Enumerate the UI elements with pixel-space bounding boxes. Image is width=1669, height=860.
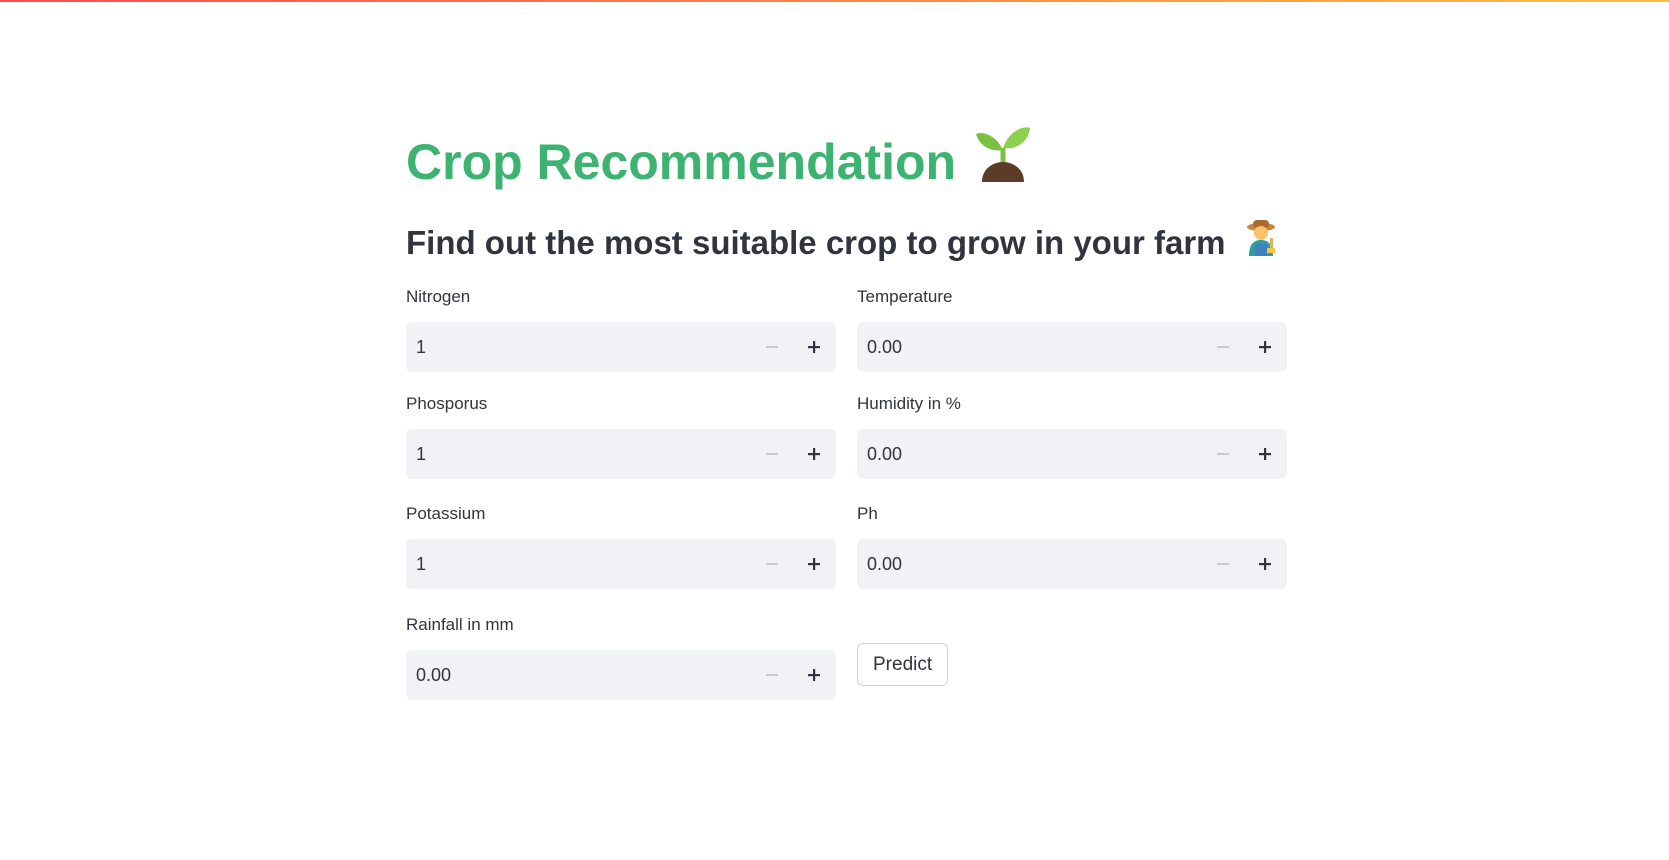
humidity-input[interactable]: 0.00 (857, 429, 1287, 479)
minus-icon (766, 346, 778, 348)
potassium-increment-button[interactable] (794, 539, 834, 589)
humidity-value[interactable]: 0.00 (867, 429, 902, 479)
phosporus-field: Phosporus 1 (406, 393, 836, 479)
plus-icon (808, 341, 820, 353)
predict-button[interactable]: Predict (857, 643, 949, 686)
potassium-input[interactable]: 1 (406, 539, 836, 589)
plus-icon (1259, 448, 1271, 460)
minus-icon (766, 453, 778, 455)
minus-icon (1217, 563, 1229, 565)
rainfall-value[interactable]: 0.00 (416, 650, 451, 700)
potassium-value[interactable]: 1 (416, 539, 426, 589)
plus-icon (808, 669, 820, 681)
temperature-input[interactable]: 0.00 (857, 322, 1287, 372)
ph-label: Ph (857, 504, 878, 523)
nitrogen-increment-button[interactable] (794, 322, 834, 372)
ph-decrement-button[interactable] (1203, 539, 1243, 589)
rainfall-input[interactable]: 0.00 (406, 650, 836, 700)
plus-icon (1259, 341, 1271, 353)
top-decoration-bar (0, 0, 1669, 2)
nitrogen-input[interactable]: 1 (406, 322, 836, 372)
nitrogen-decrement-button[interactable] (752, 322, 792, 372)
minus-icon (766, 674, 778, 676)
plus-icon (808, 558, 820, 570)
phosporus-decrement-button[interactable] (752, 429, 792, 479)
temperature-label: Temperature (857, 287, 953, 306)
phosporus-value[interactable]: 1 (416, 429, 426, 479)
temperature-field: Temperature 0.00 (857, 286, 1287, 372)
potassium-label: Potassium (406, 504, 486, 523)
humidity-label: Humidity in % (857, 394, 961, 413)
potassium-decrement-button[interactable] (752, 539, 792, 589)
minus-icon (766, 563, 778, 565)
ph-value[interactable]: 0.00 (867, 539, 902, 589)
phosporus-label: Phosporus (406, 394, 488, 413)
ph-increment-button[interactable] (1245, 539, 1285, 589)
minus-icon (1217, 453, 1229, 455)
temperature-increment-button[interactable] (1245, 322, 1285, 372)
page-title-text: Crop Recommendation (406, 134, 957, 190)
potassium-field: Potassium 1 (406, 503, 836, 589)
ph-field: Ph 0.00 (857, 503, 1287, 589)
page-subtitle: Find out the most suitable crop to grow … (406, 218, 1278, 267)
farmer-icon (1244, 218, 1278, 267)
minus-icon (1217, 346, 1229, 348)
ph-input[interactable]: 0.00 (857, 539, 1287, 589)
rainfall-label: Rainfall in mm (406, 615, 514, 634)
humidity-field: Humidity in % 0.00 (857, 393, 1287, 479)
page-title: Crop Recommendation (406, 122, 1032, 202)
humidity-decrement-button[interactable] (1203, 429, 1243, 479)
nitrogen-value[interactable]: 1 (416, 322, 426, 372)
rainfall-field: Rainfall in mm 0.00 (406, 614, 836, 700)
nitrogen-label: Nitrogen (406, 287, 471, 306)
rainfall-increment-button[interactable] (794, 650, 834, 700)
plus-icon (808, 448, 820, 460)
seedling-icon (974, 122, 1032, 202)
temperature-value[interactable]: 0.00 (867, 322, 902, 372)
temperature-decrement-button[interactable] (1203, 322, 1243, 372)
phosporus-input[interactable]: 1 (406, 429, 836, 479)
nitrogen-field: Nitrogen 1 (406, 286, 836, 372)
phosporus-increment-button[interactable] (794, 429, 834, 479)
rainfall-decrement-button[interactable] (752, 650, 792, 700)
page-subtitle-text: Find out the most suitable crop to grow … (406, 223, 1226, 261)
plus-icon (1259, 558, 1271, 570)
humidity-increment-button[interactable] (1245, 429, 1285, 479)
